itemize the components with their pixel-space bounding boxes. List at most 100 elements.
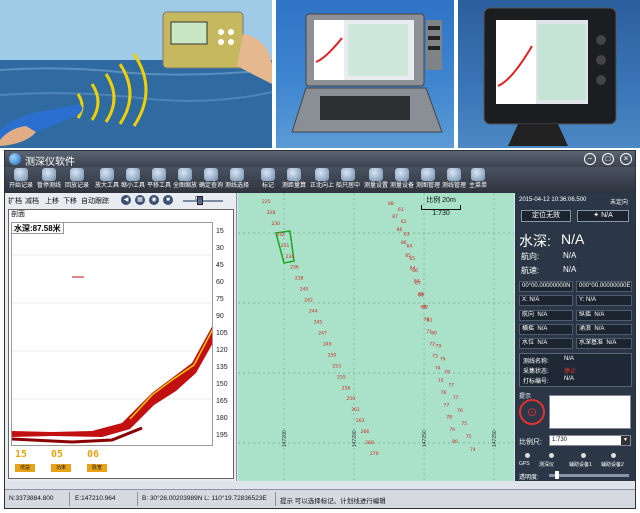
map-scale-label: 比例 [426, 197, 441, 204]
echo-grid-icon[interactable]: ▦ [135, 195, 145, 205]
depth-tick: 30 [216, 245, 224, 252]
line-manage-button[interactable]: 测线管理 [441, 168, 467, 192]
sounding-value: 76 [457, 408, 463, 414]
satellite-icon: ✦ [593, 212, 602, 219]
sounding-value: 75 [461, 421, 467, 427]
map-scale-ratio: 1:730 [432, 210, 450, 217]
north-coordinate: N:3373884.800 [9, 495, 54, 502]
expand-range-button[interactable]: 扩档 [8, 196, 22, 206]
sounding-value: 77 [444, 402, 450, 408]
attitude-cell: 水深基准 N/A [576, 338, 632, 349]
status-bar: N:3373884.800 E:147210.964 B: 30°26.0020… [5, 489, 635, 508]
measure-button[interactable]: 测距量算 [281, 168, 307, 192]
map-manage-button[interactable]: 测图管理 [415, 168, 441, 192]
main-menu-button[interactable]: 主菜单 [467, 168, 489, 192]
survey-device-icon [395, 168, 409, 181]
sounding-value: 253 [332, 363, 341, 369]
marker-icon [261, 168, 275, 181]
sounding-value: 74 [435, 366, 441, 372]
maximize-button[interactable]: □ [602, 153, 614, 165]
replay-icon [70, 168, 84, 181]
sounding-value: 236 [290, 265, 299, 271]
sounding-value: 247 [318, 331, 327, 337]
scale-select[interactable]: 1:730 ▼ [549, 435, 631, 446]
depth-tick: 60 [216, 279, 224, 286]
transparency-slider-handle[interactable] [555, 471, 559, 479]
auto-track-button[interactable]: 自动跟踪 [81, 196, 109, 206]
query-icon [204, 168, 218, 181]
query-button[interactable]: 确定查询 [198, 168, 224, 192]
aux1-status-indicator [581, 453, 586, 458]
ship-center-button[interactable]: 船只居中 [335, 168, 361, 192]
sounding-value: 256 [342, 385, 351, 391]
move-down-button[interactable]: 下移 [63, 196, 77, 206]
sounding-value: 62 [401, 219, 407, 225]
echo-play-icon[interactable]: ◀ [121, 195, 131, 205]
echogram-tab[interactable]: 剖面 [9, 210, 25, 220]
sounding-value: 230 [271, 221, 280, 227]
survey-device-button[interactable]: 测量设备 [389, 168, 415, 192]
sounding-value: 72 [429, 341, 435, 347]
zoom-out-icon [126, 168, 140, 181]
echo-save-icon[interactable]: ■ [163, 195, 173, 205]
status-separator [275, 492, 276, 506]
sounding-value: 68 [418, 293, 424, 299]
echo-settings-icon[interactable]: ◉ [149, 195, 159, 205]
transparency-slider[interactable] [549, 474, 629, 477]
zoom-out-button[interactable]: 缩小工具 [120, 168, 146, 192]
pan-button[interactable]: 平移工具 [146, 168, 172, 192]
mark-number-title: 打标编号: [523, 379, 549, 385]
aux2-status-indicator [611, 453, 616, 458]
echogram-frame: 剖面 水深:87.58米 15 30 45 60 75 90 105 120 1… [8, 209, 234, 479]
pause-line-button[interactable]: 暂停测线 [36, 168, 62, 192]
measure-icon [287, 168, 301, 181]
survey-settings-button[interactable]: 测量设置 [363, 168, 389, 192]
sounding-value: 61 [398, 207, 404, 213]
satellite-status-button[interactable]: ✦ N/A [577, 210, 629, 222]
sounding-value: 268 [365, 440, 374, 446]
sounding-value: 65 [409, 256, 415, 262]
echogram-panel: 扩档 减档 上移 下移 自动跟踪 ◀ ▦ ◉ ■ 070 剖面 水深:87.58… [5, 193, 237, 481]
map-coordinate-label: 147250 [492, 430, 498, 447]
close-button[interactable]: × [620, 153, 632, 165]
pulse-value: 06 [87, 449, 100, 460]
reduce-range-button[interactable]: 减档 [25, 196, 39, 206]
sounding-value: 266 [361, 429, 370, 435]
sounding-line-3: 6162636465666768697071727374757677787980 [398, 207, 458, 445]
zoom-all-button[interactable]: 全图缩放 [172, 168, 198, 192]
latitude-field: 00°00.00000000N [519, 281, 573, 292]
sounding-value: 263 [356, 418, 365, 424]
sounding-value: 88 [388, 201, 394, 207]
zoom-in-icon [100, 168, 114, 181]
main-menu-icon [471, 168, 485, 181]
position-status-button[interactable]: 定位无效 [521, 210, 571, 222]
zoom-in-button[interactable]: 放大工具 [94, 168, 120, 192]
survey-name-title: 测线名称: [523, 359, 549, 365]
sounding-value: 261 [351, 407, 360, 413]
collect-status-value: 停止 [564, 369, 577, 375]
map-coordinate-label: 147200 [352, 430, 358, 447]
sounding-value: 78 [446, 415, 452, 421]
map-canvas: 225 228 230 232 231 234 236 238 240 242 244 245 247 2… [238, 193, 514, 481]
north-up-button[interactable]: 正北向上 [309, 168, 335, 192]
move-up-button[interactable]: 上移 [45, 196, 59, 206]
gain-label: 增益 [15, 464, 35, 472]
replay-button[interactable]: 回放记录 [64, 168, 90, 192]
line-select-button[interactable]: 测线选择 [224, 168, 250, 192]
title-bar: 测深仪软件 − □ × [5, 151, 635, 168]
survey-settings-icon [369, 168, 383, 181]
sounding-value: 69 [421, 305, 427, 311]
survey-map[interactable]: 225 228 230 232 231 234 236 238 240 242 244 245 247 2… [238, 193, 514, 481]
record-start-button[interactable]: 开始记录 [8, 168, 34, 192]
sounding-value: 244 [309, 309, 318, 315]
minimize-button[interactable]: − [584, 153, 596, 165]
status-separator [69, 492, 70, 506]
sounding-value: 74 [470, 447, 476, 453]
echogram-trace [12, 254, 212, 444]
marker-button[interactable]: 标记 [258, 168, 278, 192]
prompt-textbox[interactable] [549, 395, 631, 429]
sonar-handheld-photo [0, 0, 272, 148]
gain-value: 15 [15, 449, 28, 460]
sounding-value: 245 [314, 320, 323, 326]
echogram-plot: 水深:87.58米 [11, 222, 213, 446]
